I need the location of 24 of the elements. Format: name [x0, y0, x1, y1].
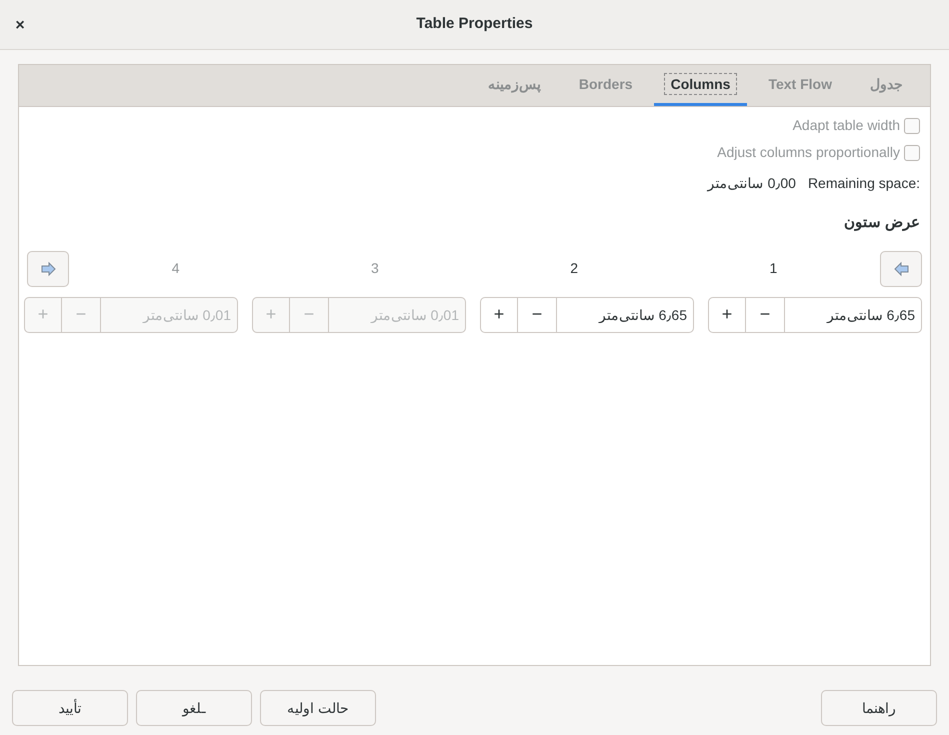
dialog-button[interactable]: راهنما — [821, 690, 937, 726]
plus-button[interactable]: + — [480, 296, 518, 332]
remaining-value: 0٫00 سانتی‌متر — [708, 174, 796, 194]
minus-button[interactable]: − — [518, 296, 556, 332]
section-title: عرض ستون — [844, 213, 920, 233]
close-button[interactable]: × — [10, 14, 30, 38]
dialog-button[interactable]: حالت اولیه — [260, 690, 376, 726]
dialog-button[interactable]: ـلغو — [136, 690, 252, 726]
remaining-label: Remaining space: — [808, 174, 920, 193]
column-number: 2 — [570, 259, 578, 278]
next-button[interactable] — [27, 250, 69, 286]
plus-button[interactable]: + — [708, 296, 746, 332]
column-number: 1 — [769, 259, 778, 278]
window-title: Table Properties — [416, 14, 533, 34]
column-number: 3 — [370, 259, 379, 278]
dialog-button[interactable]: تأیید — [12, 690, 128, 726]
right-arrow-icon — [40, 260, 56, 276]
column-number: 4 — [172, 259, 180, 278]
previous-button[interactable] — [880, 250, 922, 286]
tab[interactable]: Columns — [654, 70, 748, 106]
checkbox-label: Adapt table width — [792, 116, 900, 135]
minus-button[interactable]: − — [746, 296, 784, 332]
left-arrow-icon — [892, 260, 910, 276]
checkbox-label: Adjust columns proportionally — [717, 143, 900, 162]
